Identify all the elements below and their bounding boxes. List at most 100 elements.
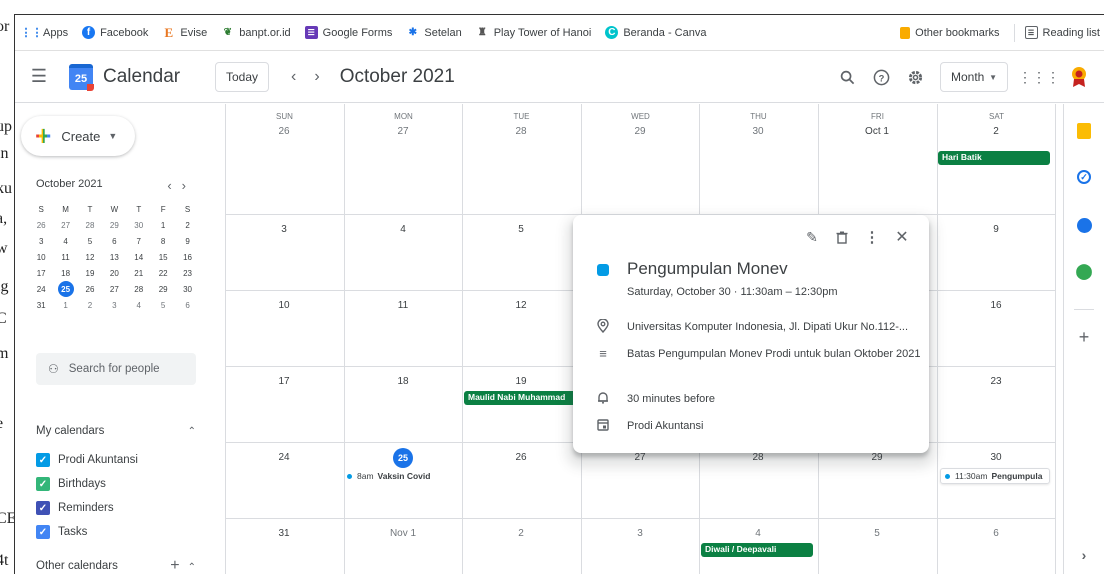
keep-icon[interactable]	[1073, 120, 1095, 142]
mini-day[interactable]: 10	[29, 249, 53, 265]
bookmark-apps[interactable]: ⋮⋮ Apps	[21, 26, 69, 40]
day-number[interactable]: 26	[462, 452, 580, 463]
day-number[interactable]: 26	[225, 126, 343, 137]
day-number[interactable]: 29	[581, 126, 699, 137]
mini-day[interactable]: 24	[29, 281, 53, 297]
day-number[interactable]: 5	[462, 224, 580, 235]
google-apps-icon[interactable]: ⋮⋮⋮	[1018, 69, 1060, 86]
day-number[interactable]: 27	[344, 126, 462, 137]
today-date[interactable]: 25	[393, 448, 413, 468]
mini-day[interactable]: 12	[78, 249, 102, 265]
expand-panel-icon[interactable]: ›	[1073, 544, 1095, 566]
day-number[interactable]: 3	[581, 528, 699, 539]
mini-day[interactable]: 9	[175, 233, 199, 249]
add-addon-icon[interactable]: +	[1073, 326, 1095, 348]
previous-month-icon[interactable]: ‹	[291, 68, 296, 86]
mini-prev-icon[interactable]: ‹	[167, 178, 181, 193]
calendar-item-tasks[interactable]: ✓ Tasks	[36, 525, 87, 539]
maps-icon[interactable]: ⬤	[1073, 260, 1095, 282]
day-number[interactable]: 9	[937, 224, 1055, 235]
bookmark-reading-list[interactable]: ☰ Reading list	[1024, 26, 1100, 39]
mini-day[interactable]: 5	[78, 233, 102, 249]
bookmark-facebook[interactable]: f Facebook	[82, 26, 148, 39]
search-icon[interactable]	[830, 70, 864, 85]
day-number[interactable]: 3	[225, 224, 343, 235]
add-calendar-icon[interactable]: +	[170, 557, 179, 574]
mini-day[interactable]: 3	[102, 297, 126, 313]
mini-day[interactable]: 4	[53, 233, 77, 249]
bookmark-google-forms[interactable]: ☰ Google Forms	[304, 26, 392, 39]
bookmark-evise[interactable]: E Evise	[162, 25, 208, 40]
mini-day[interactable]: 13	[102, 249, 126, 265]
checkbox-checked-icon[interactable]: ✓	[36, 501, 50, 515]
mini-day[interactable]: 6	[175, 297, 199, 313]
mini-day[interactable]: 28	[127, 281, 151, 297]
day-number[interactable]: 19	[462, 376, 580, 387]
search-people-input[interactable]: ⚇ Search for people	[36, 353, 196, 385]
contacts-icon[interactable]	[1073, 214, 1095, 236]
mini-day[interactable]: 31	[29, 297, 53, 313]
mini-day[interactable]: 17	[29, 265, 53, 281]
mini-day[interactable]: 4	[127, 297, 151, 313]
mini-day[interactable]: 19	[78, 265, 102, 281]
mini-day[interactable]: 27	[102, 281, 126, 297]
mini-day[interactable]: 15	[151, 249, 175, 265]
day-number[interactable]: 27	[581, 452, 699, 463]
day-number[interactable]: 11	[344, 300, 462, 311]
day-number[interactable]: 31	[225, 528, 343, 539]
day-number[interactable]: Oct 1	[818, 126, 936, 137]
mini-day[interactable]: 26	[78, 281, 102, 297]
day-number[interactable]: 30	[937, 452, 1055, 463]
mini-day[interactable]: 18	[53, 265, 77, 281]
checkbox-checked-icon[interactable]: ✓	[36, 477, 50, 491]
today-button[interactable]: Today	[215, 61, 270, 92]
mini-day[interactable]: 29	[151, 281, 175, 297]
mini-day[interactable]: 6	[102, 233, 126, 249]
create-button[interactable]: + Create ▼	[21, 116, 135, 156]
day-number[interactable]: 29	[818, 452, 936, 463]
checkbox-checked-icon[interactable]: ✓	[36, 525, 50, 539]
mini-day[interactable]: 30	[127, 217, 151, 233]
mini-day[interactable]: 28	[78, 217, 102, 233]
calendar-item-birthdays[interactable]: ✓ Birthdays	[36, 477, 106, 491]
event-diwali[interactable]: Diwali / Deepavali	[701, 543, 813, 557]
tasks-icon[interactable]: ✓	[1073, 166, 1095, 188]
day-number[interactable]: 17	[225, 376, 343, 387]
checkbox-checked-icon[interactable]: ✓	[36, 453, 50, 467]
mini-day[interactable]: 14	[127, 249, 151, 265]
mini-day[interactable]: 16	[175, 249, 199, 265]
mini-day[interactable]: 11	[53, 249, 77, 265]
day-number[interactable]: 28	[699, 452, 817, 463]
mini-day[interactable]: 26	[29, 217, 53, 233]
my-calendars-header[interactable]: My calendars ⌃	[36, 425, 196, 437]
chevron-up-icon[interactable]: ⌃	[188, 426, 196, 437]
day-number[interactable]: 18	[344, 376, 462, 387]
day-number[interactable]: 5	[818, 528, 936, 539]
calendar-item-reminders[interactable]: ✓ Reminders	[36, 501, 114, 515]
event-pengumpulan-monev[interactable]: 11:30am Pengumpula	[940, 468, 1050, 484]
delete-trash-icon[interactable]	[827, 227, 857, 247]
mini-day[interactable]: 21	[127, 265, 151, 281]
chevron-up-icon[interactable]: ⌃	[188, 562, 196, 573]
mini-day[interactable]: 8	[151, 233, 175, 249]
day-number[interactable]: 23	[937, 376, 1055, 387]
close-icon[interactable]: ✕	[887, 227, 917, 247]
help-icon[interactable]: ?	[864, 69, 898, 86]
bookmark-canva[interactable]: C Beranda - Canva	[605, 26, 706, 39]
mini-day[interactable]: 1	[151, 217, 175, 233]
event-maulid-nabi[interactable]: Maulid Nabi Muhammad	[464, 391, 578, 405]
day-number[interactable]: 6	[937, 528, 1055, 539]
day-number[interactable]: 10	[225, 300, 343, 311]
mini-day-today[interactable]: 25	[53, 281, 77, 297]
day-number[interactable]: 30	[699, 126, 817, 137]
day-number[interactable]: 12	[462, 300, 580, 311]
edit-pencil-icon[interactable]: ✎	[797, 227, 827, 247]
mini-day[interactable]: 2	[175, 217, 199, 233]
view-switcher-button[interactable]: Month ▼	[940, 62, 1008, 92]
mini-day[interactable]: 5	[151, 297, 175, 313]
mini-day[interactable]: 22	[151, 265, 175, 281]
event-vaksin-covid[interactable]: 8am Vaksin Covid	[347, 471, 430, 481]
more-options-icon[interactable]: ⋮	[857, 227, 887, 247]
mini-day[interactable]: 1	[53, 297, 77, 313]
bookmark-banpt[interactable]: ❦ banpt.or.id	[221, 26, 291, 39]
